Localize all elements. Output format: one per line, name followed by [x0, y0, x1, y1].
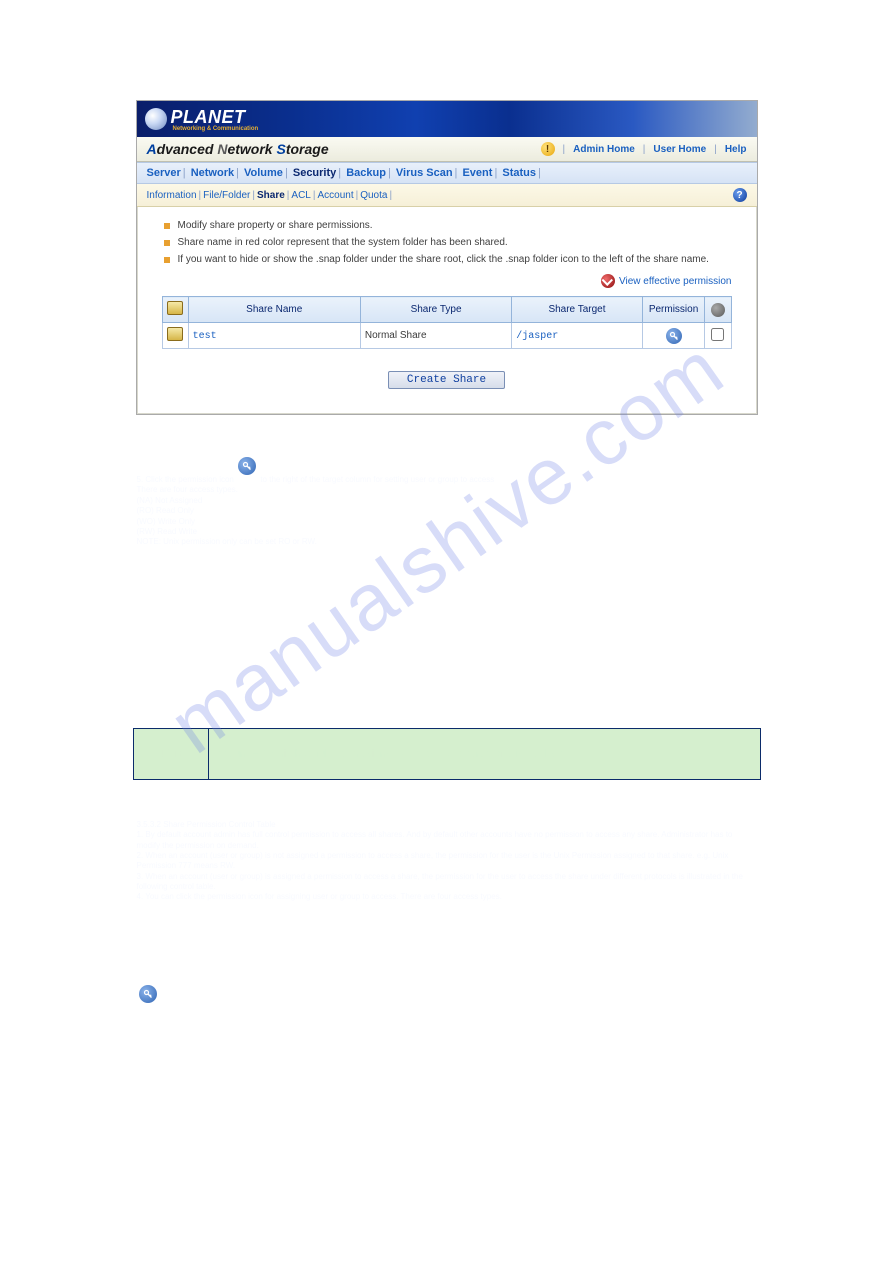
product-title: Advanced Network Storage: [147, 141, 329, 157]
note-text: Account – Admin has full permissions to …: [208, 728, 760, 779]
subtab-information[interactable]: Information: [147, 190, 197, 201]
col-share-target: Share Target: [512, 297, 643, 323]
delete-header-icon: [711, 303, 725, 317]
col-permission: Permission: [642, 297, 705, 323]
brand-name: PLANET: [171, 107, 246, 127]
app-window: PLANET Networking & Communication Advanc…: [136, 100, 758, 415]
context-help-icon[interactable]: ?: [733, 188, 747, 202]
subtab-quota[interactable]: Quota: [360, 190, 387, 201]
create-share-button[interactable]: Create Share: [388, 371, 505, 389]
view-effective-permission-link[interactable]: View effective permission: [162, 274, 732, 288]
note-box: NOTE Account – Admin has full permission…: [133, 728, 761, 780]
row-snap-icon[interactable]: [167, 327, 183, 341]
subtab-share[interactable]: Share: [257, 190, 285, 201]
brand-tagline: Networking & Communication: [173, 126, 259, 132]
subtab-acl[interactable]: ACL: [291, 190, 310, 201]
content-area: Modify share property or share permissio…: [137, 207, 757, 414]
share-table: Share Name Share Type Share Target Permi…: [162, 296, 732, 349]
col-delete: [705, 297, 731, 323]
tab-security[interactable]: Security: [293, 167, 336, 179]
admin-home-link[interactable]: Admin Home: [573, 144, 635, 155]
brand-logo: PLANET Networking & Communication: [145, 107, 259, 132]
top-links: ! | Admin Home | User Home | Help: [541, 142, 747, 156]
title-bar: Advanced Network Storage ! | Admin Home …: [137, 137, 757, 162]
bullet-1: Modify share property or share permissio…: [162, 217, 732, 234]
instruction-text: 5. Click the permission icon to the righ…: [137, 475, 757, 548]
key-icon: [238, 457, 256, 475]
user-home-link[interactable]: User Home: [653, 144, 706, 155]
tab-event[interactable]: Event: [462, 167, 492, 179]
snap-folder-icon: [167, 301, 183, 315]
table-row: test Normal Share /jasper: [162, 323, 731, 349]
subtab-account[interactable]: Account: [317, 190, 353, 201]
col-snap: [162, 297, 188, 323]
tab-server[interactable]: Server: [147, 167, 181, 179]
refresh-icon: [601, 274, 615, 288]
permission-icon[interactable]: [666, 328, 682, 344]
key-icon-2: [139, 985, 157, 1003]
share-target-link[interactable]: /jasper: [516, 331, 558, 342]
share-type-cell: Normal Share: [360, 323, 511, 349]
tab-network[interactable]: Network: [191, 167, 234, 179]
col-share-name: Share Name: [188, 297, 360, 323]
bullet-3: If you want to hide or show the .snap fo…: [162, 251, 732, 268]
section-title: 3.5.3.2 Share Permission Control Table 1…: [137, 820, 757, 1014]
col-share-type: Share Type: [360, 297, 511, 323]
tab-volume[interactable]: Volume: [244, 167, 283, 179]
banner: PLANET Networking & Communication: [137, 101, 757, 137]
alert-icon[interactable]: !: [541, 142, 555, 156]
share-name-link[interactable]: test: [193, 331, 217, 342]
tab-backup[interactable]: Backup: [346, 167, 386, 179]
globe-icon: [145, 108, 167, 130]
subtab-filefolder[interactable]: File/Folder: [203, 190, 250, 201]
bullet-2: Share name in red color represent that t…: [162, 234, 732, 251]
help-link[interactable]: Help: [725, 144, 747, 155]
info-bullets: Modify share property or share permissio…: [162, 217, 732, 268]
tab-status[interactable]: Status: [502, 167, 536, 179]
main-tabs: Server| Network| Volume| Security| Backu…: [137, 162, 757, 184]
delete-checkbox[interactable]: [711, 328, 724, 341]
tab-virus-scan[interactable]: Virus Scan: [396, 167, 453, 179]
note-label: NOTE: [133, 728, 208, 779]
sub-tabs: Information| File/Folder| Share| ACL| Ac…: [137, 184, 757, 207]
